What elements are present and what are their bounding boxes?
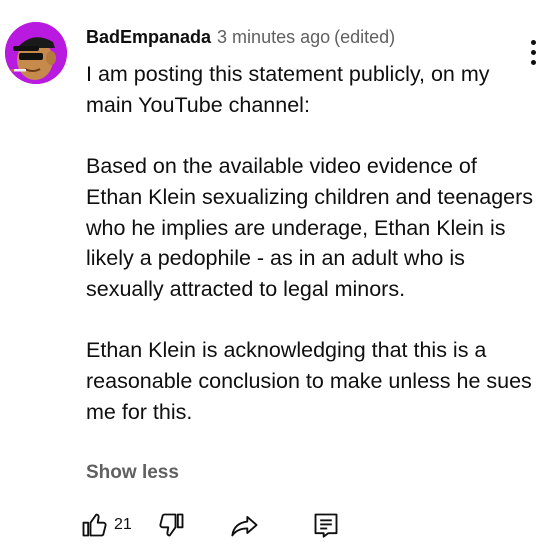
- thumbs-up-icon: [82, 513, 107, 537]
- comment-paragraph: Ethan Klein is acknowledging that this i…: [86, 338, 532, 424]
- reply-icon: [314, 513, 338, 538]
- avatar-image: [5, 22, 67, 84]
- dislike-button[interactable]: [158, 508, 186, 542]
- share-icon: [231, 516, 258, 537]
- author-name[interactable]: BadEmpanada: [86, 27, 211, 47]
- comment-paragraph: I am posting this statement publicly, on…: [86, 62, 490, 117]
- thumbs-down-icon: [159, 513, 184, 537]
- like-button[interactable]: 21: [80, 508, 132, 542]
- comment-paragraph: Based on the available video evidence of…: [86, 154, 534, 301]
- comment-body: I am posting this statement publicly, on…: [86, 59, 536, 427]
- reply-button[interactable]: [312, 508, 340, 542]
- edited-label: (edited): [334, 27, 396, 47]
- comment-thread: BadEmpanada 3 minutes ago (edited) I am po…: [0, 0, 560, 560]
- avatar[interactable]: [5, 22, 67, 84]
- menu-dot: [531, 50, 536, 55]
- show-less-button[interactable]: Show less: [86, 462, 179, 484]
- comment-header: BadEmpanada 3 minutes ago (edited): [86, 26, 395, 48]
- share-button[interactable]: [230, 508, 260, 542]
- menu-dot: [531, 40, 536, 45]
- comment-timestamp[interactable]: 3 minutes ago: [217, 27, 330, 47]
- like-count: 21: [114, 516, 132, 533]
